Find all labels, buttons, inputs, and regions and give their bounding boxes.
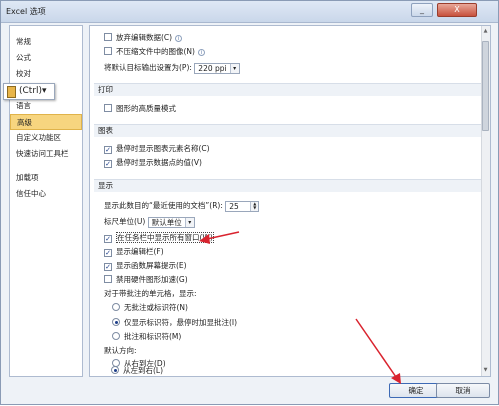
cancel-button[interactable]: 取消 xyxy=(436,383,490,398)
ruler-units-label: 标尺单位(U) xyxy=(104,217,146,226)
sidebar-item-proofing[interactable]: 校对 xyxy=(10,66,82,82)
sidebar-item-quick-access-toolbar[interactable]: 快速访问工具栏 xyxy=(10,146,82,162)
no-compress-option[interactable]: 不压缩文件中的图像(N) i xyxy=(104,46,205,58)
no-compress-checkbox[interactable] xyxy=(104,47,112,55)
show-all-windows-option[interactable]: ✓ 在任务栏中显示所有窗口(W) xyxy=(104,232,214,244)
minimize-button[interactable]: _ xyxy=(411,3,433,17)
sidebar-item-formulas[interactable]: 公式 xyxy=(10,50,82,66)
recent-docs-value: 25 xyxy=(229,202,239,211)
info-icon: i xyxy=(197,49,205,56)
spinner-arrows-icon[interactable]: ▲ ▼ xyxy=(250,202,259,211)
ruler-units-option: 标尺单位(U) 默认单位 ▾ xyxy=(104,216,195,228)
no-comments-label: 无批注或标识符(N) xyxy=(124,303,188,312)
scrollbar-thumb[interactable] xyxy=(482,41,489,131)
discard-editing-option[interactable]: 放弃编辑数据(C) i xyxy=(104,32,183,44)
resolution-select[interactable]: 220 ppi ▾ xyxy=(194,63,240,74)
default-direction-label: 默认方向: xyxy=(104,346,137,355)
hover-values-checkbox[interactable]: ✓ xyxy=(104,160,112,168)
chevron-down-icon: ▾ xyxy=(184,218,194,227)
chevron-down-icon: ▾ xyxy=(229,64,239,73)
title-bar: Excel 选项 _ X xyxy=(1,1,498,23)
comments-display-label: 对于带批注的单元格，显示: xyxy=(104,289,197,298)
indicators-only-option[interactable]: 仅显示标识符，悬停时加显批注(I) xyxy=(112,317,237,329)
hover-values-option[interactable]: ✓ 悬停时显示数据点的值(V) xyxy=(104,157,202,169)
discard-editing-checkbox[interactable] xyxy=(104,33,112,41)
sidebar-item-customize-ribbon[interactable]: 自定义功能区 xyxy=(10,130,82,146)
recent-docs-spinner[interactable]: 25 ▲ ▼ xyxy=(225,201,260,212)
sidebar-item-trust-center[interactable]: 信任中心 xyxy=(10,186,82,202)
sidebar-item-language[interactable]: 语言 xyxy=(10,98,82,114)
options-sidebar: 常规 公式 校对 保存 语言 高级 自定义功能区 快速访问工具栏 加载项 信任中… xyxy=(9,25,83,377)
vertical-scrollbar[interactable]: ▲ ▼ xyxy=(481,26,490,376)
show-all-windows-label: 在任务栏中显示所有窗口(W) xyxy=(116,232,214,243)
advanced-options-panel: 放弃编辑数据(C) i 不压缩文件中的图像(N) i 将默认目标输出设置为(P): … xyxy=(89,25,491,377)
high-quality-graphics-option[interactable]: 图形的高质量模式 xyxy=(104,103,176,115)
indicators-only-radio[interactable] xyxy=(112,318,120,326)
high-quality-graphics-label: 图形的高质量模式 xyxy=(116,104,176,113)
show-function-tips-option[interactable]: ✓ 显示函数屏幕提示(E) xyxy=(104,260,187,272)
sidebar-item-add-ins[interactable]: 加载项 xyxy=(10,170,82,186)
ruler-units-value: 默认单位 xyxy=(151,218,182,227)
hover-names-label: 悬停时显示图表元素名称(C) xyxy=(116,144,210,153)
scroll-down-icon[interactable]: ▼ xyxy=(482,367,489,374)
resolution-value: 220 ppi xyxy=(198,64,227,73)
ok-button[interactable]: 确定 xyxy=(389,383,443,398)
ltr-radio[interactable] xyxy=(111,366,119,374)
comments-and-indicators-option[interactable]: 批注和标识符(M) xyxy=(112,331,181,343)
chart-section-header: 图表 xyxy=(94,124,482,137)
indicators-only-label: 仅显示标识符，悬停时加显批注(I) xyxy=(124,318,238,327)
sidebar-item-general[interactable]: 常规 xyxy=(10,34,82,50)
show-formula-bar-label: 显示编辑栏(F) xyxy=(116,247,164,256)
default-resolution-label: 将默认目标输出设置为(P): xyxy=(104,63,192,72)
show-all-windows-checkbox[interactable]: ✓ xyxy=(104,235,112,243)
hover-values-label: 悬停时显示数据点的值(V) xyxy=(116,158,202,167)
disable-hw-accel-option[interactable]: 禁用硬件图形加速(G) xyxy=(104,274,188,286)
disable-hw-accel-label: 禁用硬件图形加速(G) xyxy=(116,275,188,284)
info-icon: i xyxy=(175,35,183,42)
paste-options-popup[interactable]: (Ctrl)▾ xyxy=(3,83,55,100)
show-function-tips-checkbox[interactable]: ✓ xyxy=(104,263,112,271)
discard-editing-label: 放弃编辑数据(C) xyxy=(116,33,173,42)
ltr-option[interactable]: 从左到右(L) xyxy=(111,365,163,377)
clipboard-icon xyxy=(7,86,16,98)
scroll-up-icon[interactable]: ▲ xyxy=(482,28,489,35)
default-resolution-option: 将默认目标输出设置为(P): 220 ppi ▾ xyxy=(104,62,240,74)
comments-and-indicators-label: 批注和标识符(M) xyxy=(124,332,182,341)
window-title: Excel 选项 xyxy=(6,7,46,16)
no-comments-option[interactable]: 无批注或标识符(N) xyxy=(112,302,188,314)
hover-names-option[interactable]: ✓ 悬停时显示图表元素名称(C) xyxy=(104,143,210,155)
ruler-units-select[interactable]: 默认单位 ▾ xyxy=(147,217,195,228)
hover-names-checkbox[interactable]: ✓ xyxy=(104,146,112,154)
paste-options-label: (Ctrl)▾ xyxy=(19,86,47,96)
show-function-tips-label: 显示函数屏幕提示(E) xyxy=(116,261,187,270)
excel-options-dialog: Excel 选项 _ X 常规 公式 校对 保存 语言 高级 自定义功能区 快速… xyxy=(0,0,499,405)
no-comments-radio[interactable] xyxy=(112,303,120,311)
display-section-header: 显示 xyxy=(94,179,482,192)
disable-hw-accel-checkbox[interactable] xyxy=(104,275,112,283)
print-section-header: 打印 xyxy=(94,83,482,96)
recent-docs-option: 显示此数目的“最近使用的文档”(R): 25 ▲ ▼ xyxy=(104,200,260,212)
sidebar-item-advanced[interactable]: 高级 xyxy=(10,114,82,130)
show-formula-bar-option[interactable]: ✓ 显示编辑栏(F) xyxy=(104,246,164,258)
high-quality-graphics-checkbox[interactable] xyxy=(104,104,112,112)
no-compress-label: 不压缩文件中的图像(N) xyxy=(116,47,195,56)
recent-docs-label: 显示此数目的“最近使用的文档”(R): xyxy=(104,201,223,210)
ltr-label: 从左到右(L) xyxy=(123,366,164,375)
show-formula-bar-checkbox[interactable]: ✓ xyxy=(104,249,112,257)
close-button[interactable]: X xyxy=(437,3,477,17)
comments-and-indicators-radio[interactable] xyxy=(112,332,120,340)
